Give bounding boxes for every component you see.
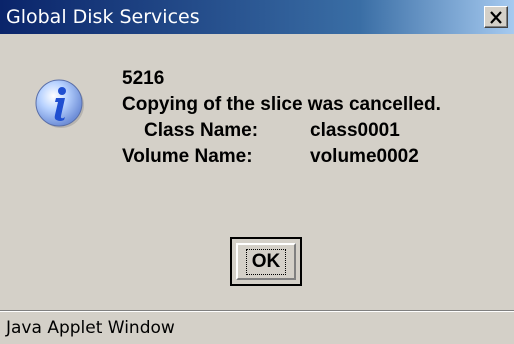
message-dialog: Global Disk Services 5216 Copying of the… [0, 0, 514, 344]
close-icon [490, 10, 502, 24]
ok-button-face: OK [236, 243, 296, 280]
status-text: Java Applet Window [6, 318, 175, 338]
ok-button[interactable]: OK [230, 237, 302, 286]
status-bar: Java Applet Window [0, 310, 514, 344]
class-name-row: Class Name: class0001 [122, 118, 441, 144]
title-bar[interactable]: Global Disk Services [0, 0, 514, 34]
message-code: 5216 [122, 68, 165, 89]
volume-name-value: volume0002 [310, 146, 419, 167]
volume-name-label: Volume Name: [122, 146, 253, 167]
close-button[interactable] [484, 6, 508, 28]
message-text: 5216 Copying of the slice was cancelled.… [122, 66, 441, 170]
class-name-value: class0001 [310, 120, 400, 141]
ok-button-label: OK [245, 248, 287, 275]
information-icon [34, 78, 86, 130]
volume-name-row: Volume Name: volume0002 [122, 144, 441, 170]
message-description: Copying of the slice was cancelled. [122, 94, 441, 115]
class-name-label: Class Name: [144, 120, 259, 141]
window-title: Global Disk Services [6, 6, 200, 28]
